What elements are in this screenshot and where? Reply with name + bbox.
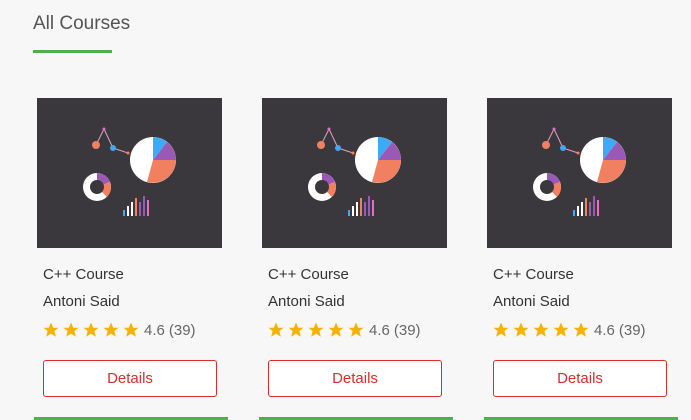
details-button[interactable]: Details [493,360,667,397]
course-title[interactable]: C++ Course [493,266,574,283]
course-title[interactable]: C++ Course [268,266,349,283]
star-icon [103,322,119,337]
details-button[interactable]: Details [43,360,217,397]
details-button[interactable]: Details [268,360,442,397]
rating-row: 4.6 (39) [267,320,421,340]
section-title: All Courses [33,13,131,34]
star-icon [348,322,364,337]
course-thumbnail[interactable] [487,98,672,248]
title-underline [33,50,112,53]
course-card[interactable]: C++ Course Antoni Said 4.6 (39) Details [484,98,678,420]
course-thumbnail[interactable] [37,98,222,248]
star-icon [573,322,589,337]
star-icon [513,322,529,337]
rating-count: (39) [393,321,421,339]
rating-value: 4.6 [594,321,615,339]
course-title[interactable]: C++ Course [43,266,124,283]
rating-row: 4.6 (39) [492,320,646,340]
chart-illustration-icon [83,127,176,216]
course-thumbnail[interactable] [262,98,447,248]
rating-value: 4.6 [144,321,165,339]
chart-illustration-icon [308,127,401,216]
star-icon [83,322,99,337]
rating-row: 4.6 (39) [42,320,196,340]
star-icon [288,322,304,337]
instructor-name: Antoni Said [43,293,120,310]
courses-page: All Courses C++ Course Antoni Said 4.6 (… [0,0,691,420]
star-icon [493,322,509,337]
chart-illustration-icon [533,127,626,216]
star-icon [123,322,139,337]
rating-value: 4.6 [369,321,390,339]
star-icon [328,322,344,337]
star-icon [63,322,79,337]
star-icon [43,322,59,337]
star-icon [308,322,324,337]
star-icon [553,322,569,337]
star-icon [268,322,284,337]
instructor-name: Antoni Said [268,293,345,310]
course-card[interactable]: C++ Course Antoni Said 4.6 (39) Details [34,98,228,420]
instructor-name: Antoni Said [493,293,570,310]
course-card[interactable]: C++ Course Antoni Said 4.6 (39) Details [259,98,453,420]
star-icon [533,322,549,337]
rating-count: (39) [168,321,196,339]
rating-count: (39) [618,321,646,339]
